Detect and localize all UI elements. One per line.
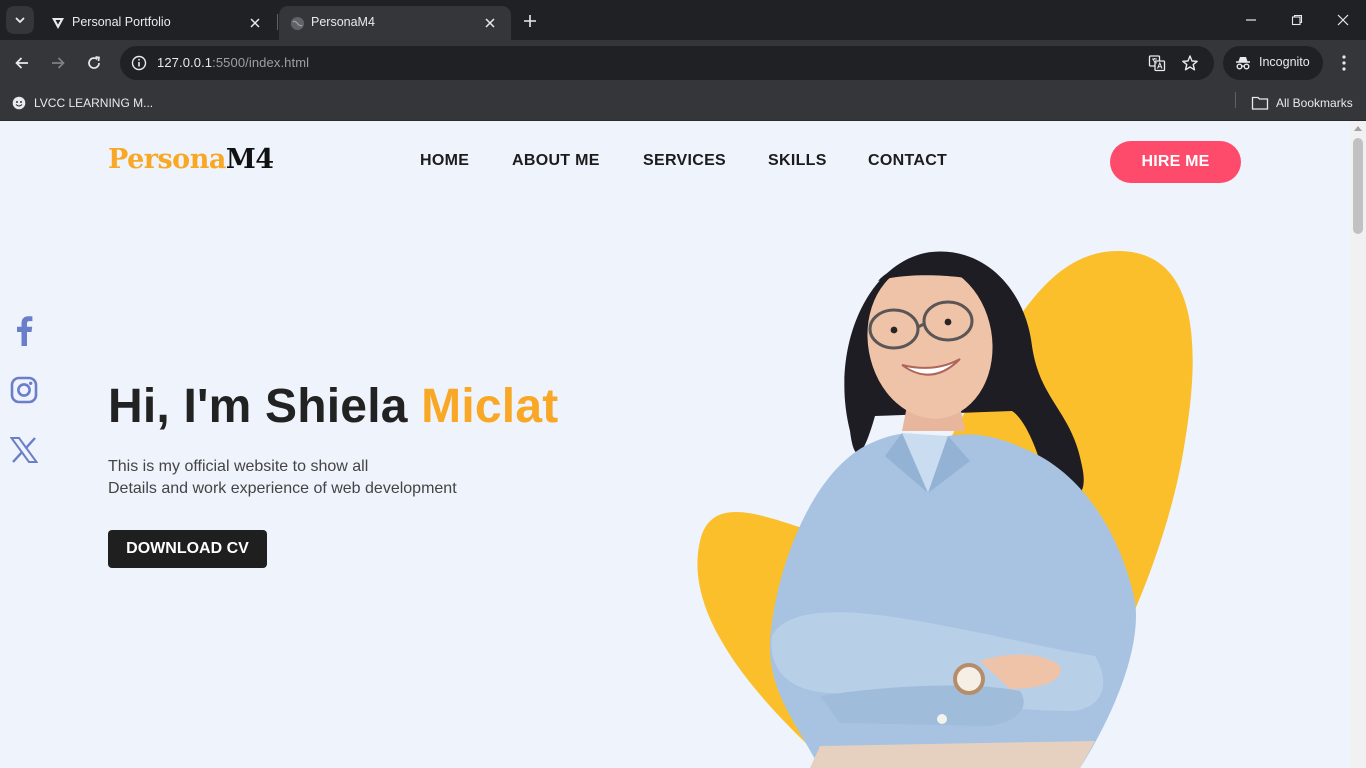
tab-title: PersonaM4 bbox=[311, 15, 375, 29]
bookmark-lvcc[interactable]: LVCC LEARNING M... bbox=[12, 93, 153, 113]
tab-search-button[interactable] bbox=[6, 6, 34, 34]
restore-icon bbox=[1291, 14, 1303, 26]
tab-personam4[interactable]: PersonaM4 bbox=[279, 6, 511, 40]
reload-icon bbox=[88, 56, 100, 69]
close-tab-icon[interactable] bbox=[481, 14, 499, 32]
close-window-button[interactable] bbox=[1320, 6, 1366, 34]
browser-menu-button[interactable] bbox=[1332, 49, 1356, 77]
minimize-button[interactable] bbox=[1228, 6, 1274, 34]
logo-part-1: Persona bbox=[108, 144, 226, 175]
new-tab-button[interactable] bbox=[518, 9, 542, 33]
tab-personal-portfolio[interactable]: Personal Portfolio bbox=[40, 6, 276, 40]
bookmarks-bar: LVCC LEARNING M... All Bookmarks bbox=[0, 86, 1366, 121]
all-bookmarks-button[interactable]: All Bookmarks bbox=[1251, 93, 1353, 113]
back-button[interactable] bbox=[7, 48, 37, 78]
incognito-label: Incognito bbox=[1259, 55, 1310, 69]
url-host: 127.0.0.1 bbox=[157, 55, 213, 70]
x-twitter-icon[interactable] bbox=[8, 432, 40, 468]
hero-illustration bbox=[697, 250, 1193, 768]
nav-home[interactable]: HOME bbox=[420, 152, 469, 170]
close-tab-icon[interactable] bbox=[246, 14, 264, 32]
forward-button[interactable] bbox=[43, 48, 73, 78]
bookmarks-separator bbox=[1235, 92, 1236, 108]
headline-highlight: Miclat bbox=[421, 380, 559, 433]
scrollbar-thumb[interactable] bbox=[1353, 138, 1363, 234]
arrow-left-icon bbox=[15, 57, 28, 69]
logo-part-2: M4 bbox=[225, 144, 274, 175]
nav-contact[interactable]: CONTACT bbox=[868, 152, 947, 170]
address-bar[interactable]: 127.0.0.1:5500/index.html bbox=[120, 46, 1214, 80]
nav-skills[interactable]: SKILLS bbox=[768, 152, 827, 170]
hero-headline: Hi, I'm Shiela Miclat bbox=[108, 379, 558, 434]
chevron-down-icon bbox=[15, 17, 25, 24]
url-text: 127.0.0.1:5500/index.html bbox=[157, 55, 309, 70]
instagram-icon[interactable] bbox=[8, 372, 40, 408]
close-icon bbox=[1337, 14, 1349, 26]
site-info-icon[interactable] bbox=[127, 51, 151, 75]
nav-about-me[interactable]: ABOUT ME bbox=[512, 152, 600, 170]
browser-toolbar: 127.0.0.1:5500/index.html Incognito bbox=[0, 40, 1366, 86]
vercel-triangle-icon bbox=[50, 15, 66, 31]
site-logo[interactable]: PersonaM4 bbox=[108, 144, 274, 175]
page-scrollbar[interactable] bbox=[1350, 121, 1366, 768]
incognito-icon bbox=[1236, 57, 1250, 70]
tab-separator bbox=[277, 14, 278, 30]
lvcc-favicon-icon bbox=[12, 96, 26, 110]
globe-icon bbox=[289, 15, 305, 31]
all-bookmarks-label: All Bookmarks bbox=[1276, 96, 1353, 110]
tab-strip: Personal Portfolio PersonaM4 bbox=[0, 0, 1366, 40]
bookmark-label: LVCC LEARNING M... bbox=[34, 96, 154, 110]
more-vert-icon bbox=[1342, 55, 1346, 71]
hero-subtext-line-1: This is my official website to show all bbox=[108, 458, 369, 475]
download-cv-button[interactable]: DOWNLOAD CV bbox=[108, 530, 267, 568]
hero-subtext-line-2: Details and work experience of web devel… bbox=[108, 480, 457, 497]
plus-icon bbox=[524, 15, 536, 27]
tab-title: Personal Portfolio bbox=[72, 15, 171, 29]
page-viewport: PersonaM4 HOME ABOUT ME SERVICES SKILLS … bbox=[0, 121, 1366, 768]
headline-prefix: Hi, I'm Shiela bbox=[108, 380, 422, 433]
incognito-indicator[interactable]: Incognito bbox=[1223, 46, 1323, 80]
bookmark-star-icon[interactable] bbox=[1180, 53, 1200, 73]
restore-button[interactable] bbox=[1274, 6, 1320, 34]
reload-button[interactable] bbox=[79, 48, 109, 78]
facebook-icon[interactable] bbox=[8, 312, 40, 348]
minimize-icon bbox=[1246, 19, 1256, 21]
translate-icon[interactable] bbox=[1147, 53, 1167, 73]
hire-me-button[interactable]: HIRE ME bbox=[1110, 141, 1241, 183]
url-path: :5500/index.html bbox=[212, 55, 310, 70]
folder-icon bbox=[1251, 96, 1269, 110]
scroll-up-arrow-icon[interactable] bbox=[1354, 126, 1362, 131]
arrow-right-icon bbox=[52, 57, 65, 69]
nav-services[interactable]: SERVICES bbox=[643, 152, 726, 170]
